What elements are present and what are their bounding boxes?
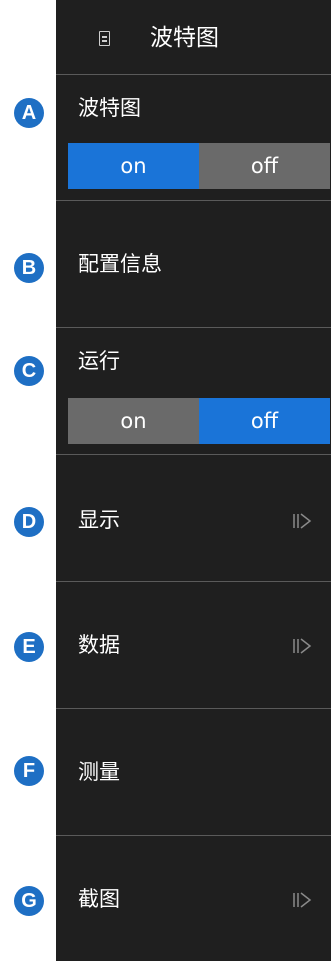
measure-label: 测量 <box>78 760 120 784</box>
data-label: 数据 <box>78 633 120 657</box>
bode-label: 波特图 <box>78 96 141 120</box>
config-label: 配置信息 <box>78 252 162 276</box>
bode-toggle[interactable]: on off <box>68 143 330 189</box>
callout-badge-f: F <box>14 756 44 786</box>
measure-section[interactable]: 测量 <box>56 709 331 836</box>
run-on-option[interactable]: on <box>68 398 199 444</box>
menu-header: 波特图 <box>56 0 331 75</box>
callout-badge-c: C <box>14 356 44 386</box>
screenshot-label: 截图 <box>78 887 120 911</box>
callout-badge-g: G <box>14 886 44 916</box>
callout-badge-e: E <box>14 632 44 662</box>
config-section[interactable]: 配置信息 <box>56 201 331 328</box>
run-off-option[interactable]: off <box>199 398 330 444</box>
callout-badge-d: D <box>14 507 44 537</box>
display-section[interactable]: 显示 <box>56 455 331 582</box>
bode-section: 波特图 on off <box>56 75 331 201</box>
bode-menu-panel: 波特图 波特图 on off 配置信息 运行 on off 显示 数据 测量 截… <box>56 0 331 961</box>
display-label: 显示 <box>78 508 120 532</box>
document-icon <box>99 31 110 46</box>
bode-off-option[interactable]: off <box>199 143 330 189</box>
submenu-arrow-icon <box>293 892 312 908</box>
callout-badge-b: B <box>14 253 44 283</box>
menu-title: 波特图 <box>150 25 219 51</box>
run-section: 运行 on off <box>56 328 331 455</box>
bode-on-option[interactable]: on <box>68 143 199 189</box>
data-section[interactable]: 数据 <box>56 582 331 709</box>
run-label: 运行 <box>78 349 120 373</box>
screenshot-section[interactable]: 截图 <box>56 836 331 961</box>
callout-badge-a: A <box>14 98 44 128</box>
submenu-arrow-icon <box>293 513 312 529</box>
run-toggle[interactable]: on off <box>68 398 330 444</box>
submenu-arrow-icon <box>293 638 312 654</box>
